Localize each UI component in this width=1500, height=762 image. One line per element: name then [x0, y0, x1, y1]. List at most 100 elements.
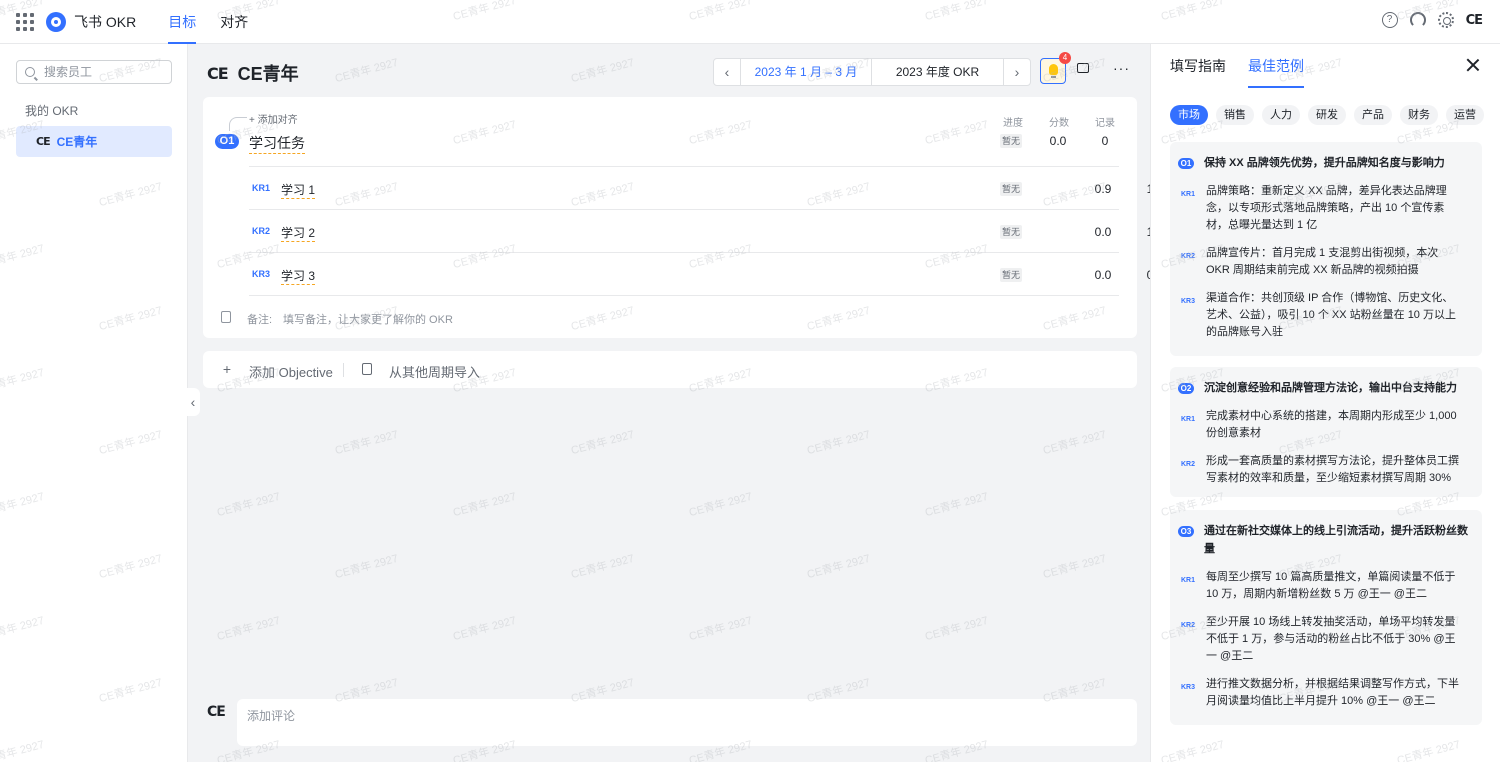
- watermark-text: CE青年 2927: [333, 428, 400, 458]
- column-records: 记录: [1095, 118, 1115, 129]
- tips-button[interactable]: 4: [1040, 52, 1071, 84]
- kr-row[interactable]: KR2 学习 2 暂无 0.0 1: [249, 209, 1153, 252]
- kr-row[interactable]: KR3 学习 3 暂无 0.0 0: [249, 252, 1153, 295]
- close-icon[interactable]: [1466, 58, 1480, 72]
- kr-badge: KR2: [252, 226, 271, 236]
- kr-text: 至少开展 10 场线上转发抽奖活动，单场平均转发量不低于 1 万，参与活动的粉丝…: [1206, 616, 1456, 662]
- objective-badge: O1: [215, 134, 239, 149]
- watermark-text: CE青年 2927: [451, 614, 518, 644]
- objective-badge: O2: [1178, 382, 1194, 394]
- note-input[interactable]: 填写备注，让大家更了解你的 OKR: [283, 311, 453, 327]
- tab-best-examples[interactable]: 最佳范例: [1248, 44, 1304, 88]
- user-avatar[interactable]: CE: [1466, 13, 1483, 28]
- app-grid-icon[interactable]: [16, 12, 34, 31]
- note-icon: [221, 311, 231, 323]
- objective-records[interactable]: 0: [1092, 134, 1118, 148]
- kr-title[interactable]: 学习 1: [281, 181, 316, 199]
- kr-score[interactable]: 0.0: [1090, 268, 1116, 282]
- example-objective: O2 沉淀创意经验和品牌管理方法论，输出中台支持能力: [1178, 379, 1469, 397]
- comment-box[interactable]: [237, 699, 1137, 746]
- kr-status[interactable]: 暂无: [1000, 225, 1022, 239]
- kr-text: 进行推文数据分析，并根据结果调整写作方式，下半月阅读量均值比上半月提升 10% …: [1206, 678, 1459, 707]
- chip-operations[interactable]: 运营: [1446, 105, 1484, 125]
- kr-badge: KR1: [1181, 416, 1196, 423]
- kr-title[interactable]: 学习 3: [281, 267, 316, 285]
- kr-badge: KR2: [1181, 622, 1196, 629]
- help-icon[interactable]: ?: [1381, 12, 1398, 28]
- lightbulb-icon: [1049, 64, 1058, 78]
- kr-badge: KR2: [1181, 461, 1196, 468]
- objective-status[interactable]: 暂无: [1000, 134, 1022, 148]
- watermark-text: CE青年 2927: [923, 614, 990, 644]
- import-from-period-button[interactable]: 从其他周期导入: [389, 362, 480, 381]
- okr-card: + 添加对齐 进度 分数 记录 O1 学习任务 暂无 0.0 0 KR1 学习 …: [203, 97, 1153, 338]
- kr-badge: KR1: [1181, 577, 1196, 584]
- kr-badge: KR3: [1181, 298, 1196, 305]
- prev-period-button[interactable]: ‹: [714, 59, 740, 85]
- comment-icon[interactable]: [1077, 63, 1089, 73]
- chip-finance[interactable]: 财务: [1400, 105, 1438, 125]
- kr-score[interactable]: 0.0: [1090, 225, 1116, 239]
- objective-text: 通过在新社交媒体上的线上引流活动，提升活跃粉丝数量: [1204, 525, 1468, 555]
- example-card: O1 保持 XX 品牌领先优势，提升品牌知名度与影响力 KR1 品牌策略：重新定义…: [1170, 142, 1482, 356]
- okr-logo-icon: [46, 11, 66, 32]
- divider: [249, 295, 1119, 296]
- kr-status[interactable]: 暂无: [1000, 268, 1022, 282]
- kr-badge: KR3: [1181, 684, 1196, 691]
- column-progress: 进度: [1003, 118, 1023, 129]
- add-align-link[interactable]: + 添加对齐: [249, 111, 298, 126]
- sidebar-item-label: CE青年: [56, 135, 98, 149]
- kr-score[interactable]: 0.9: [1090, 182, 1116, 196]
- chip-hr[interactable]: 人力: [1262, 105, 1300, 125]
- plus-icon[interactable]: +: [218, 360, 236, 378]
- chip-sales[interactable]: 销售: [1216, 105, 1254, 125]
- chip-rd[interactable]: 研发: [1308, 105, 1346, 125]
- ce-avatar-icon: CE: [207, 63, 229, 83]
- main-header: CE CE青年 ‹ 2023 年 1 月 – 3 月 2023 年度 OKR ›…: [203, 52, 1137, 86]
- tab-writing-guide[interactable]: 填写指南: [1170, 44, 1226, 88]
- period-year[interactable]: 2023 年度 OKR: [872, 59, 1004, 85]
- kr-text: 渠道合作：共创顶级 IP 合作（博物馆、历史文化、艺术、公益），吸引 10 个 …: [1206, 292, 1456, 338]
- search-box[interactable]: [16, 60, 172, 84]
- comment-avatar: CE: [207, 704, 226, 720]
- app-name: 飞书 OKR: [74, 13, 137, 30]
- notification-badge: 4: [1059, 52, 1071, 64]
- sidebar-item-ce-youth[interactable]: CE CE青年: [16, 126, 172, 157]
- search-input[interactable]: [44, 65, 154, 79]
- objective-title[interactable]: 学习任务: [249, 133, 305, 154]
- example-kr: KR2 品牌宣传片：首月完成 1 支混剪出街视频，本次 OKR 周期结束前完成 …: [1178, 245, 1474, 279]
- page-title: CE青年: [237, 64, 299, 84]
- chip-market[interactable]: 市场: [1170, 105, 1208, 125]
- next-period-button[interactable]: ›: [1004, 59, 1030, 85]
- examples-panel: 填写指南 最佳范例 市场 销售 人力 研发 产品 财务 运营 O1 保持 XX 品…: [1150, 44, 1500, 762]
- watermark-text: CE青年 2927: [215, 490, 282, 520]
- watermark-text: CE青年 2927: [687, 614, 754, 644]
- tab-alignment[interactable]: 对齐: [220, 0, 248, 44]
- comment-input[interactable]: [247, 709, 1107, 723]
- kr-badge: KR2: [1181, 253, 1196, 260]
- headset-icon[interactable]: [1409, 12, 1426, 28]
- tab-objectives[interactable]: 目标: [168, 0, 197, 44]
- kr-row[interactable]: KR1 学习 1 暂无 0.9 1: [249, 166, 1153, 209]
- import-icon[interactable]: [362, 363, 372, 375]
- watermark-text: CE青年 2927: [805, 428, 872, 458]
- chip-product[interactable]: 产品: [1354, 105, 1392, 125]
- watermark-text: CE青年 2927: [333, 552, 400, 582]
- divider: [343, 363, 344, 377]
- example-kr: KR2 形成一套高质量的素材撰写方法论，提升整体员工撰写素材的效率和质量，至少缩…: [1178, 453, 1474, 487]
- collapse-sidebar-button[interactable]: ‹: [186, 388, 200, 416]
- kr-badge: KR3: [252, 269, 271, 279]
- more-options-button[interactable]: ···: [1113, 60, 1130, 76]
- example-kr: KR1 完成素材中心系统的搭建，本周期内形成至少 1,000 份创意素材: [1178, 408, 1474, 442]
- add-objective-button[interactable]: 添加 Objective: [249, 362, 333, 381]
- kr-title[interactable]: 学习 2: [281, 224, 316, 242]
- objective-score[interactable]: 0.0: [1045, 134, 1071, 148]
- kr-status[interactable]: 暂无: [1000, 182, 1022, 196]
- kr-badge: KR1: [252, 183, 271, 193]
- search-icon: [25, 67, 35, 77]
- watermark-text: CE青年 2927: [215, 614, 282, 644]
- column-score: 分数: [1049, 118, 1069, 129]
- kr-text: 形成一套高质量的素材撰写方法论，提升整体员工撰写素材的效率和质量，至少缩短素材撰…: [1206, 455, 1459, 484]
- period-range[interactable]: 2023 年 1 月 – 3 月: [740, 59, 872, 85]
- settings-icon[interactable]: [1437, 12, 1454, 28]
